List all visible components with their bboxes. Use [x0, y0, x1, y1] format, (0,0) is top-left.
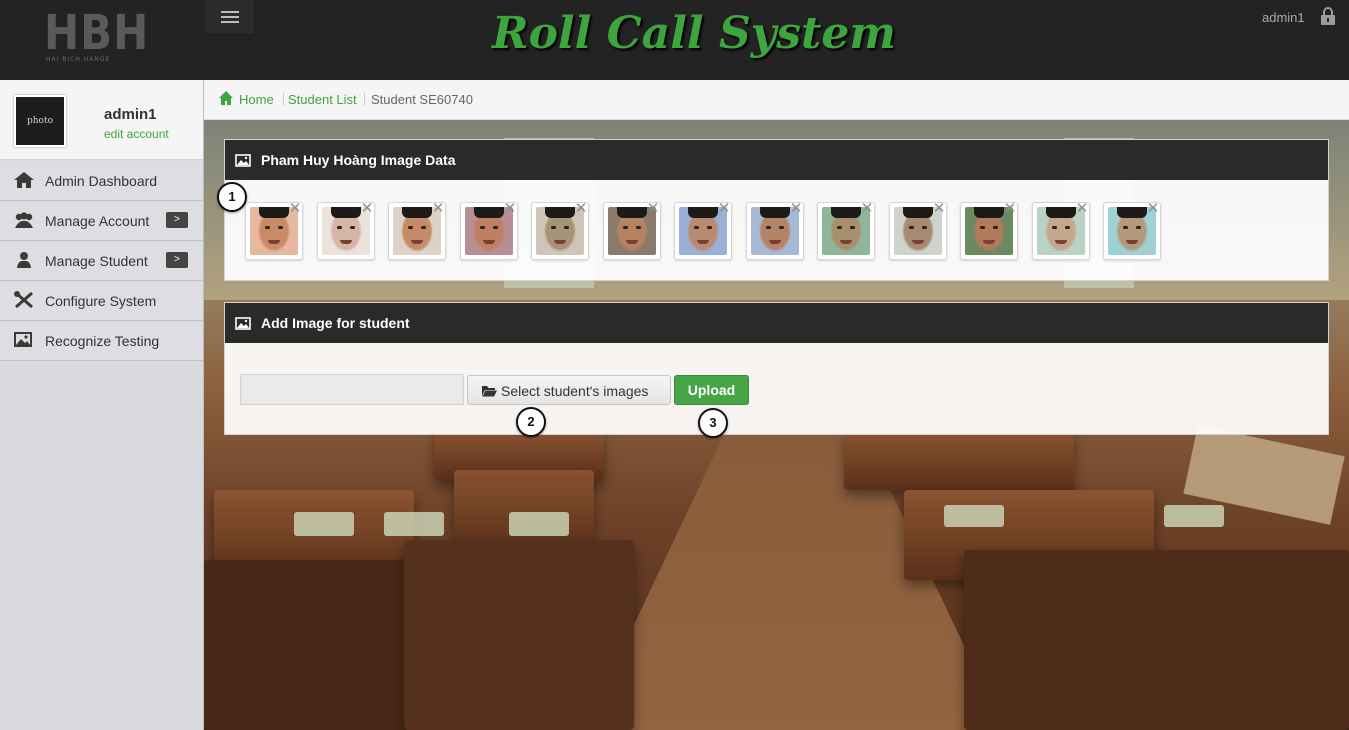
breadcrumb-separator [283, 93, 284, 106]
sidebar-item-label: Admin Dashboard [45, 173, 158, 189]
remove-image-icon[interactable]: ✕ [431, 201, 445, 216]
sidebar-item-configure-system[interactable]: Configure System [0, 281, 203, 321]
app-title: Roll Call System [492, 8, 896, 59]
sidebar-item-label: Configure System [45, 293, 157, 309]
top-navbar: HBH HAI BICH HANGE Roll Call System admi… [0, 0, 1349, 80]
hamburger-icon [221, 11, 239, 13]
menu-toggle-button[interactable] [205, 0, 255, 35]
add-image-panel: Add Image for student Select student's i… [224, 302, 1329, 435]
current-user-name[interactable]: admin1 [1262, 10, 1305, 25]
user-icon [17, 252, 31, 268]
image-icon [235, 154, 251, 167]
panel-header: Pham Huy Hoàng Image Data [225, 140, 1328, 180]
remove-image-icon[interactable]: ✕ [1075, 201, 1089, 216]
student-image-data-panel: Pham Huy Hoàng Image Data ✕ ✕ ✕ ✕ ✕ ✕ ✕ ✕ ✕ ✕ ✕ ✕ ✕ [224, 139, 1329, 281]
sidebar-item-manage-student[interactable]: Manage Student > [0, 241, 203, 281]
student-image-thumbnail[interactable]: ✕ [746, 201, 804, 260]
breadcrumb-current: Student SE60740 [371, 92, 473, 107]
folder-open-icon [482, 386, 497, 397]
home-icon [14, 172, 34, 188]
student-image-thumbnail[interactable]: ✕ [1103, 201, 1161, 260]
select-images-button[interactable]: Select student's images [467, 375, 671, 405]
sidebar-item-recognize-testing[interactable]: Recognize Testing [0, 321, 203, 361]
breadcrumb-home-link[interactable]: Home [239, 92, 274, 107]
profile-username: admin1 [104, 106, 157, 123]
remove-image-icon[interactable]: ✕ [574, 201, 588, 216]
student-image-thumbnail[interactable]: ✕ [317, 201, 375, 260]
image-icon [235, 317, 251, 330]
image-icon [14, 332, 32, 347]
student-image-thumbnail[interactable]: ✕ [817, 201, 875, 260]
remove-image-icon[interactable]: ✕ [789, 201, 803, 216]
remove-image-icon[interactable]: ✕ [717, 201, 731, 216]
logo-text: HBH [44, 4, 150, 61]
sidebar: photo admin1 edit account Admin Dashboar… [0, 80, 204, 730]
expand-arrow[interactable]: > [166, 212, 188, 228]
panel-header: Add Image for student [225, 303, 1328, 343]
sidebar-menu: Admin Dashboard Manage Account > Manage … [0, 161, 203, 361]
student-image-thumbnail[interactable]: ✕ [889, 201, 947, 260]
users-icon [15, 212, 33, 228]
remove-image-icon[interactable]: ✕ [1003, 201, 1017, 216]
breadcrumb-student-list-link[interactable]: Student List [288, 92, 357, 107]
callout-marker: 1 [217, 182, 247, 212]
select-images-label: Select student's images [501, 383, 649, 399]
student-image-thumbnail[interactable]: ✕ [960, 201, 1018, 260]
panel-title: Add Image for student [261, 315, 410, 331]
avatar-placeholder-text: photo [26, 116, 53, 126]
student-image-thumbnail[interactable]: ✕ [460, 201, 518, 260]
remove-image-icon[interactable]: ✕ [503, 201, 517, 216]
avatar: photo [14, 95, 66, 147]
callout-marker: 2 [516, 407, 546, 437]
student-image-thumbnail[interactable]: ✕ [674, 201, 732, 260]
breadcrumb-separator [364, 93, 365, 106]
profile-card: photo admin1 edit account [0, 80, 203, 160]
student-image-thumbnail[interactable]: ✕ [531, 201, 589, 260]
remove-image-icon[interactable]: ✕ [1146, 201, 1160, 216]
student-image-thumbnail[interactable]: ✕ [245, 201, 303, 260]
tools-icon [14, 291, 33, 309]
remove-image-icon[interactable]: ✕ [646, 201, 660, 216]
sidebar-item-admin-dashboard[interactable]: Admin Dashboard [0, 161, 203, 201]
callout-marker: 3 [698, 408, 728, 438]
panel-title: Pham Huy Hoàng Image Data [261, 152, 456, 168]
upload-button[interactable]: Upload [674, 375, 749, 405]
sidebar-item-label: Manage Student [45, 253, 148, 269]
expand-arrow[interactable]: > [166, 252, 188, 268]
remove-image-icon[interactable]: ✕ [860, 201, 874, 216]
remove-image-icon[interactable]: ✕ [360, 201, 374, 216]
home-icon[interactable] [218, 90, 234, 106]
logo-tagline: HAI BICH HANGE [46, 56, 111, 63]
breadcrumb: Home Student List Student SE60740 [204, 80, 1349, 120]
remove-image-icon[interactable]: ✕ [288, 201, 302, 216]
student-image-thumbnail[interactable]: ✕ [1032, 201, 1090, 260]
edit-account-link[interactable]: edit account [104, 127, 169, 141]
remove-image-icon[interactable]: ✕ [932, 201, 946, 216]
student-image-thumbnail[interactable]: ✕ [388, 201, 446, 260]
sidebar-item-label: Manage Account [45, 213, 150, 229]
lock-icon[interactable] [1320, 7, 1336, 25]
file-path-input[interactable] [240, 374, 464, 405]
logo[interactable]: HBH HAI BICH HANGE [40, 4, 148, 66]
sidebar-item-label: Recognize Testing [45, 333, 160, 349]
student-image-thumbnail[interactable]: ✕ [603, 201, 661, 260]
sidebar-item-manage-account[interactable]: Manage Account > [0, 201, 203, 241]
